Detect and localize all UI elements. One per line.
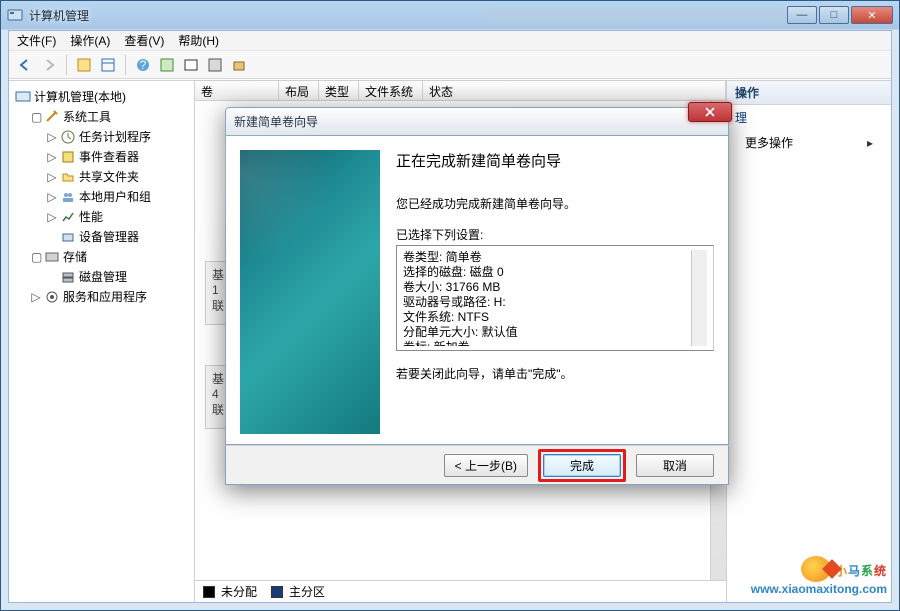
menu-action[interactable]: 操作(A): [70, 32, 110, 49]
tree-shared-folders[interactable]: ▷共享文件夹: [45, 167, 190, 187]
nav-back-icon[interactable]: [15, 55, 35, 75]
tree-disk-management[interactable]: 磁盘管理: [45, 267, 190, 287]
expand-icon[interactable]: ▷: [47, 168, 57, 186]
svg-text:?: ?: [140, 58, 147, 72]
titlebar[interactable]: 计算机管理 — □ ✕: [1, 1, 899, 29]
wizard-side-graphic: [240, 150, 380, 434]
col-fs[interactable]: 文件系统: [359, 81, 423, 100]
tree-local-users[interactable]: ▷本地用户和组: [45, 187, 190, 207]
tb-icon-6[interactable]: [229, 55, 249, 75]
swatch-unallocated: [203, 586, 215, 598]
menu-file[interactable]: 文件(F): [17, 32, 56, 49]
swatch-primary: [271, 586, 283, 598]
expand-icon[interactable]: ▷: [47, 208, 57, 226]
expand-icon[interactable]: ▷: [31, 288, 41, 306]
titlebar-blur-region: [485, 8, 785, 22]
wizard-back-button[interactable]: < 上一步(B): [444, 454, 528, 477]
wizard-heading: 正在完成新建简单卷向导: [396, 150, 714, 171]
tree-storage[interactable]: ▢ 存储: [29, 247, 190, 267]
tree-root[interactable]: 计算机管理(本地): [13, 87, 190, 107]
perf-icon: [60, 209, 76, 225]
close-icon: [704, 107, 716, 117]
wizard-cancel-button[interactable]: 取消: [636, 454, 714, 477]
dialog-close-button[interactable]: [688, 102, 732, 122]
tree-pane: 计算机管理(本地) ▢ 系统工具: [9, 81, 195, 602]
help-icon[interactable]: ?: [133, 55, 153, 75]
settings-scrollbar[interactable]: [691, 250, 707, 346]
tree-system-tools[interactable]: ▢ 系统工具: [29, 107, 190, 127]
dialog-body: 正在完成新建简单卷向导 您已经成功完成新建简单卷向导。 已选择下列设置: 卷类型…: [225, 135, 729, 445]
menu-view[interactable]: 查看(V): [124, 32, 164, 49]
tb-icon-4[interactable]: [181, 55, 201, 75]
wizard-finish-button[interactable]: 完成: [543, 454, 621, 477]
tb-icon-3[interactable]: [157, 55, 177, 75]
wizard-dialog: 新建简单卷向导 正在完成新建简单卷向导 您已经成功完成新建简单卷向导。 已选择下…: [225, 107, 729, 485]
tb-icon-2[interactable]: [98, 55, 118, 75]
wizard-success-text: 您已经成功完成新建简单卷向导。: [396, 195, 714, 212]
collapse-icon[interactable]: ▢: [31, 248, 41, 266]
col-volume[interactable]: 卷: [195, 81, 279, 100]
nav-forward-icon[interactable]: [39, 55, 59, 75]
finish-highlight: 完成: [538, 449, 626, 482]
actions-pane: 操作 理 更多操作 ▸: [727, 81, 891, 602]
column-headers: 卷 布局 类型 文件系统 状态: [195, 81, 726, 101]
tools-icon: [44, 109, 60, 125]
tb-icon-1[interactable]: [74, 55, 94, 75]
storage-icon: [44, 249, 60, 265]
maximize-button[interactable]: □: [819, 6, 849, 24]
col-type[interactable]: 类型: [319, 81, 359, 100]
computer-icon: [15, 89, 31, 105]
services-icon: [44, 289, 60, 305]
collapse-icon[interactable]: ▢: [31, 108, 41, 126]
wizard-selected-label: 已选择下列设置:: [396, 226, 714, 243]
chevron-right-icon: ▸: [867, 136, 873, 150]
col-layout[interactable]: 布局: [279, 81, 319, 100]
wizard-settings-text: 卷类型: 简单卷 选择的磁盘: 磁盘 0 卷大小: 31766 MB 驱动器号或…: [403, 250, 691, 346]
tb-icon-5[interactable]: [205, 55, 225, 75]
expand-icon[interactable]: ▷: [47, 148, 57, 166]
event-icon: [60, 149, 76, 165]
actions-sublabel: 理: [727, 105, 891, 130]
legend-unallocated: 未分配: [221, 583, 257, 600]
menu-help[interactable]: 帮助(H): [178, 32, 219, 49]
window-title: 计算机管理: [29, 7, 445, 24]
users-icon: [60, 189, 76, 205]
disk-icon: [60, 269, 76, 285]
device-icon: [60, 229, 76, 245]
dialog-button-row: < 上一步(B) 完成 取消: [225, 445, 729, 485]
minimize-button[interactable]: —: [787, 6, 817, 24]
tree-device-manager[interactable]: 设备管理器: [45, 227, 190, 247]
actions-header: 操作: [727, 81, 891, 105]
tree-services-apps[interactable]: ▷ 服务和应用程序: [29, 287, 190, 307]
wizard-close-hint: 若要关闭此向导，请单击"完成"。: [396, 365, 714, 382]
menubar: 文件(F) 操作(A) 查看(V) 帮助(H): [9, 31, 891, 51]
wizard-settings-box: 卷类型: 简单卷 选择的磁盘: 磁盘 0 卷大小: 31766 MB 驱动器号或…: [396, 245, 714, 351]
clock-icon: [60, 129, 76, 145]
col-status[interactable]: 状态: [423, 81, 726, 100]
folder-icon: [60, 169, 76, 185]
tree-performance[interactable]: ▷性能: [45, 207, 190, 227]
app-window: 计算机管理 — □ ✕ 文件(F) 操作(A) 查看(V) 帮助(H) ?: [0, 0, 900, 611]
actions-more[interactable]: 更多操作 ▸: [727, 130, 891, 155]
tree-task-scheduler[interactable]: ▷任务计划程序: [45, 127, 190, 147]
legend: 未分配 主分区: [195, 580, 726, 602]
expand-icon[interactable]: ▷: [47, 188, 57, 206]
tree-event-viewer[interactable]: ▷事件查看器: [45, 147, 190, 167]
app-icon: [7, 7, 23, 23]
expand-icon[interactable]: ▷: [47, 128, 57, 146]
toolbar: ?: [9, 51, 891, 79]
legend-primary: 主分区: [289, 583, 325, 600]
close-button[interactable]: ✕: [851, 6, 893, 24]
